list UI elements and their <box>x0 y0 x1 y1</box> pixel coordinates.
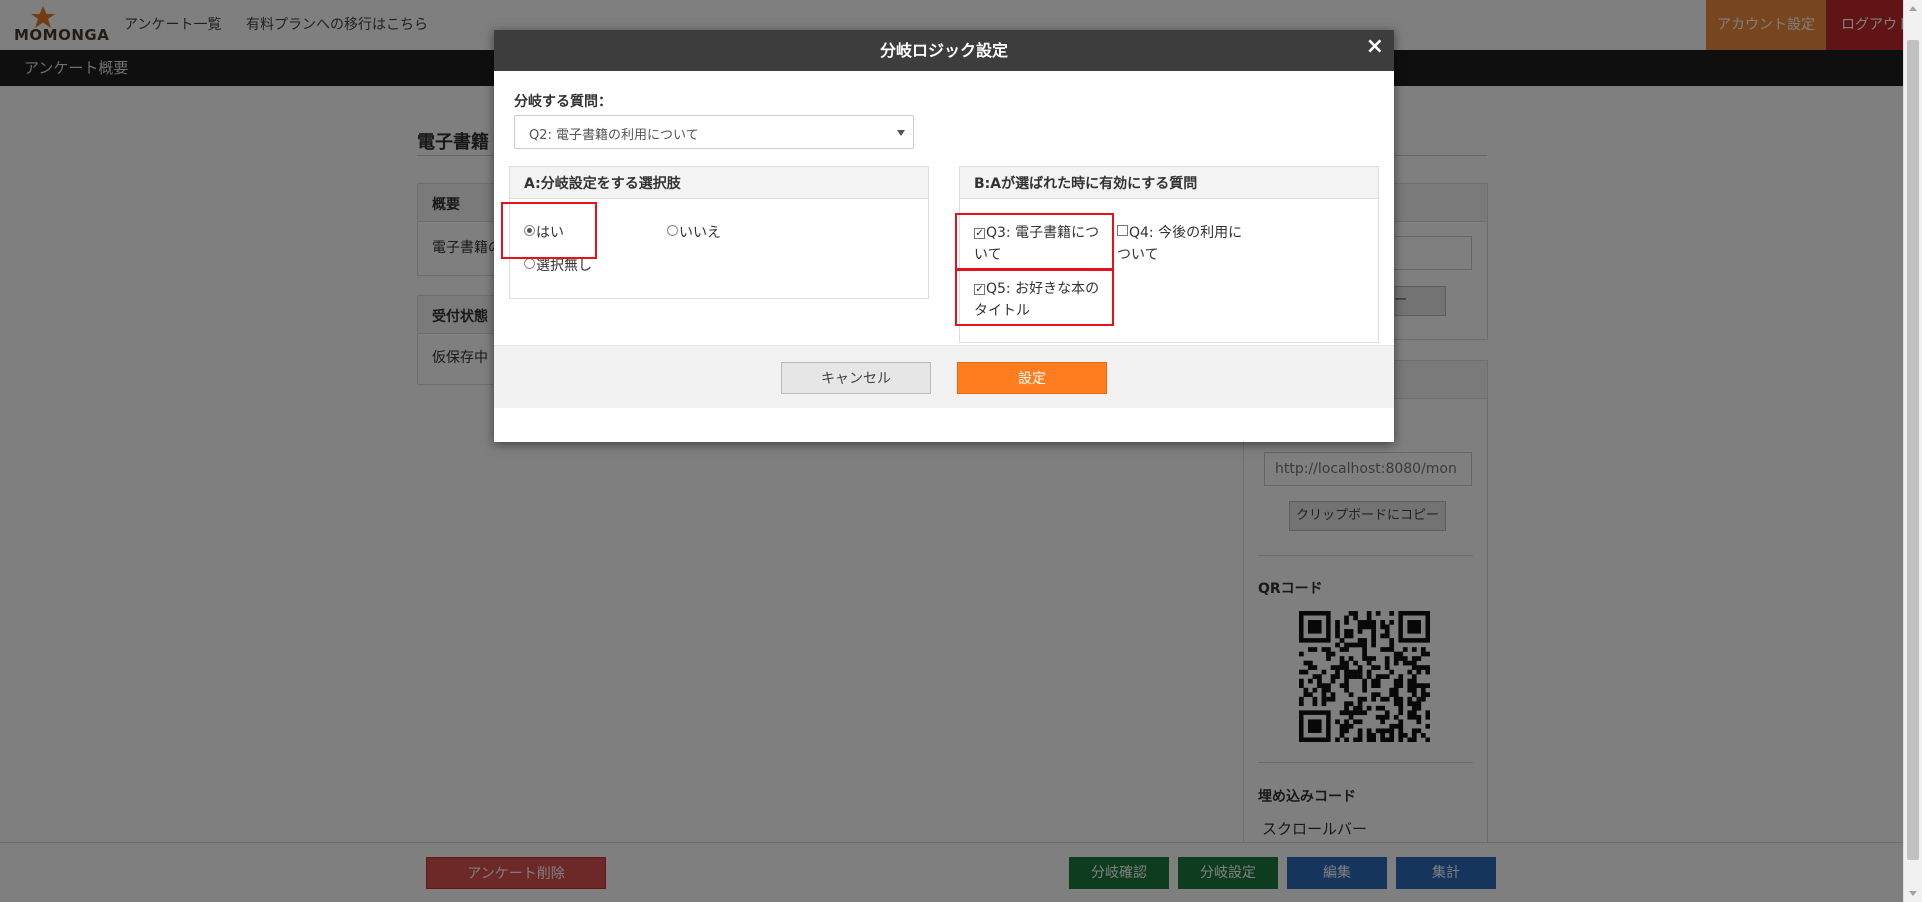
checkbox-icon[interactable] <box>1117 225 1128 236</box>
radio-icon[interactable] <box>667 225 678 236</box>
radio-icon[interactable] <box>524 258 535 269</box>
highlight-box <box>955 213 1114 270</box>
scroll-up-icon[interactable] <box>1909 6 1917 11</box>
option-no[interactable]: いいえ <box>667 222 721 244</box>
dialog-header: 分岐ロジック設定 × <box>494 30 1394 71</box>
selected-question: Q2: 電子書籍の利用について <box>529 128 699 143</box>
scroll-thumb[interactable] <box>1907 40 1919 860</box>
target-panel-title: B:Aが選ばれた時に有効にする質問 <box>960 167 1378 199</box>
cancel-button[interactable]: キャンセル <box>781 362 931 394</box>
option-label: 選択無し <box>536 258 592 274</box>
option-label: いいえ <box>679 225 721 241</box>
question-q4[interactable]: Q4: 今後の利用に ついて <box>1117 222 1257 266</box>
highlight-box <box>501 202 597 259</box>
apply-button[interactable]: 設定 <box>957 362 1107 394</box>
highlight-box <box>955 269 1114 326</box>
choice-panel-title: A:分岐設定をする選択肢 <box>510 167 928 199</box>
chevron-down-icon <box>897 130 905 136</box>
dialog-body: 分岐する質問： Q2: 電子書籍の利用について A:分岐設定をする選択肢 はい … <box>494 71 1394 408</box>
dialog-footer: キャンセル 設定 <box>494 345 1394 408</box>
question-label: Q4: 今後の利用に <box>1129 225 1243 241</box>
dialog-title: 分岐ロジック設定 <box>879 41 1008 60</box>
close-icon[interactable]: × <box>1366 30 1384 64</box>
branch-question-select[interactable]: Q2: 電子書籍の利用について <box>514 115 914 149</box>
branch-question-label: 分岐する質問： <box>514 94 612 110</box>
scroll-down-icon[interactable] <box>1909 891 1917 896</box>
page-scrollbar[interactable] <box>1903 0 1922 902</box>
question-label: ついて <box>1117 247 1159 263</box>
branch-logic-dialog: 分岐ロジック設定 × 分岐する質問： Q2: 電子書籍の利用について A:分岐設… <box>494 30 1394 442</box>
